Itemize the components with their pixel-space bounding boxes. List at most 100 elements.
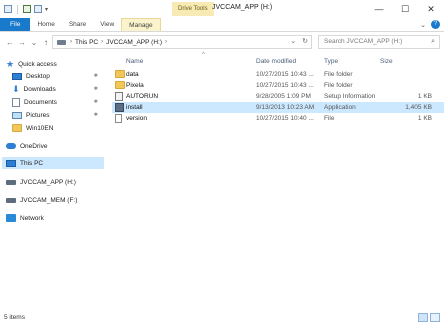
search-input[interactable]: Search JVCCAM_APP (H:) ⌕ [318, 35, 440, 49]
sidebar-item-label: Desktop [26, 72, 50, 80]
pin-icon[interactable]: ✱ [94, 73, 98, 79]
title-bar: ▾ Drive Tools JVCCAM_APP (H:) — ☐ ✕ [0, 0, 444, 18]
sidebar-item-win10en[interactable]: Win10EN [12, 122, 102, 134]
installer-icon [115, 103, 124, 112]
drive-icon [57, 39, 66, 45]
pin-icon[interactable]: ✱ [94, 112, 98, 118]
help-icon[interactable]: ? [431, 20, 440, 29]
sidebar-item-quick-access[interactable]: ★ Quick access [6, 58, 102, 70]
file-size: 1 KB [417, 115, 432, 122]
ribbon-right-controls: ⌄ ? [420, 20, 440, 29]
network-icon [6, 214, 16, 222]
file-size [376, 80, 432, 91]
tab-share[interactable]: Share [62, 18, 93, 31]
file-name: AUTORUN [126, 93, 159, 100]
file-date: 10/27/2015 10:43 ... [256, 71, 314, 78]
sidebar-item-label: JVCCAM_APP (H:) [20, 178, 76, 186]
sidebar-item-label: Documents [24, 98, 57, 106]
file-explorer-window: ▾ Drive Tools JVCCAM_APP (H:) — ☐ ✕ File… [0, 0, 444, 324]
search-icon[interactable]: ⌕ [431, 36, 435, 48]
tab-manage[interactable]: Manage [121, 18, 161, 31]
table-row[interactable]: AUTORUN 9/28/2005 1:09 PM Setup Informat… [112, 91, 444, 102]
sidebar-item-jvccam-app[interactable]: JVCCAM_APP (H:) [6, 176, 102, 188]
close-button[interactable]: ✕ [418, 0, 444, 18]
recent-locations-icon[interactable]: ⌄ [28, 38, 40, 47]
folder-icon [115, 70, 125, 78]
sidebar-item-pictures[interactable]: Pictures ✱ [12, 109, 102, 121]
tab-file[interactable]: File [0, 18, 31, 31]
sidebar-item-jvccam-mem[interactable]: JVCCAM_MEM (F:) [6, 194, 102, 206]
sidebar-item-label: OneDrive [20, 142, 48, 150]
onedrive-icon [6, 143, 16, 149]
minimize-button[interactable]: — [366, 0, 392, 18]
sidebar-item-onedrive[interactable]: OneDrive [6, 140, 102, 152]
up-button[interactable]: ↑ [40, 38, 52, 47]
large-icons-view-icon[interactable] [430, 313, 440, 322]
sidebar-item-label: Downloads [23, 85, 56, 93]
sidebar-item-network[interactable]: Network [6, 212, 102, 224]
desktop-icon [12, 72, 22, 80]
file-type: File [324, 115, 335, 122]
pin-icon[interactable]: ✱ [94, 86, 98, 92]
file-date: 10/27/2015 10:40 ... [256, 115, 314, 122]
file-size [376, 69, 432, 80]
properties-icon[interactable] [4, 5, 12, 13]
pin-icon[interactable]: ✱ [94, 99, 98, 105]
customize-toolbar-icon[interactable]: ▾ [45, 6, 48, 13]
table-row[interactable]: install 9/13/2013 10:23 AM Application 1… [112, 102, 444, 113]
file-type: Setup Information [324, 93, 376, 100]
breadcrumb-this-pc[interactable]: This PC [75, 39, 98, 46]
quick-access-toolbar: ▾ [0, 4, 48, 14]
file-date: 9/13/2013 10:23 AM [256, 104, 315, 111]
tab-home[interactable]: Home [30, 18, 61, 31]
drive-icon [6, 179, 16, 185]
new-folder-icon[interactable] [34, 5, 42, 13]
sidebar-item-label: Pictures [26, 111, 50, 119]
column-header-type[interactable]: Type [324, 58, 338, 65]
refresh-icon[interactable]: ↻ [302, 37, 308, 45]
file-name: version [126, 115, 147, 122]
details-view-icon[interactable] [418, 313, 428, 322]
table-row[interactable]: version 10/27/2015 10:40 ... File 1 KB [112, 113, 444, 124]
file-type: File folder [324, 82, 353, 89]
sidebar-item-desktop[interactable]: Desktop ✱ [12, 70, 102, 82]
breadcrumb-separator: › [70, 39, 72, 45]
forward-button[interactable]: → [16, 38, 28, 47]
star-icon: ★ [6, 58, 15, 69]
maximize-button[interactable]: ☐ [392, 0, 418, 18]
autorun-icon [115, 92, 123, 101]
navigation-row: ← → ⌄ ↑ › This PC › JVCCAM_APP (H:) › ⌄ … [0, 33, 444, 51]
back-button[interactable]: ← [4, 38, 16, 47]
documents-icon [12, 97, 20, 107]
sidebar-item-documents[interactable]: Documents ✱ [12, 96, 102, 108]
file-list: ^ Name Date modified Type Size data 10/2… [110, 52, 444, 307]
check-icon[interactable] [23, 5, 31, 13]
address-dropdown-icon[interactable]: ⌄ [290, 37, 296, 45]
file-name: data [126, 71, 139, 78]
column-header-name[interactable]: Name [126, 58, 143, 65]
file-size: 1 KB [417, 93, 432, 100]
table-row[interactable]: data 10/27/2015 10:43 ... File folder [112, 69, 444, 80]
drive-tools-context-tab[interactable]: Drive Tools [172, 2, 214, 16]
sidebar-item-this-pc[interactable]: This PC [2, 157, 104, 169]
drive-icon [6, 197, 16, 203]
breadcrumb-separator: › [101, 39, 104, 45]
view-toggle [418, 313, 440, 322]
breadcrumb-drive[interactable]: JVCCAM_APP (H:) [106, 39, 162, 46]
sidebar-item-downloads[interactable]: ⬇ Downloads ✱ [12, 83, 102, 95]
window-title: JVCCAM_APP (H:) [212, 4, 273, 11]
toolbar-divider [17, 4, 18, 14]
tab-view[interactable]: View [93, 18, 121, 31]
file-name: Pixela [126, 82, 144, 89]
file-size: 1,405 KB [405, 104, 432, 111]
column-header-date[interactable]: Date modified [256, 58, 296, 65]
file-date: 9/28/2005 1:09 PM [256, 93, 311, 100]
status-bar: 5 items [0, 312, 444, 324]
table-row[interactable]: Pixela 10/27/2015 10:43 ... File folder [112, 80, 444, 91]
address-bar[interactable]: › This PC › JVCCAM_APP (H:) › ⌄ ↻ [52, 35, 312, 49]
file-icon [115, 114, 122, 123]
item-count: 5 items [4, 314, 25, 321]
column-header-size[interactable]: Size [380, 58, 393, 65]
expand-ribbon-icon[interactable]: ⌄ [420, 21, 426, 29]
sidebar-item-label: This PC [20, 159, 44, 167]
